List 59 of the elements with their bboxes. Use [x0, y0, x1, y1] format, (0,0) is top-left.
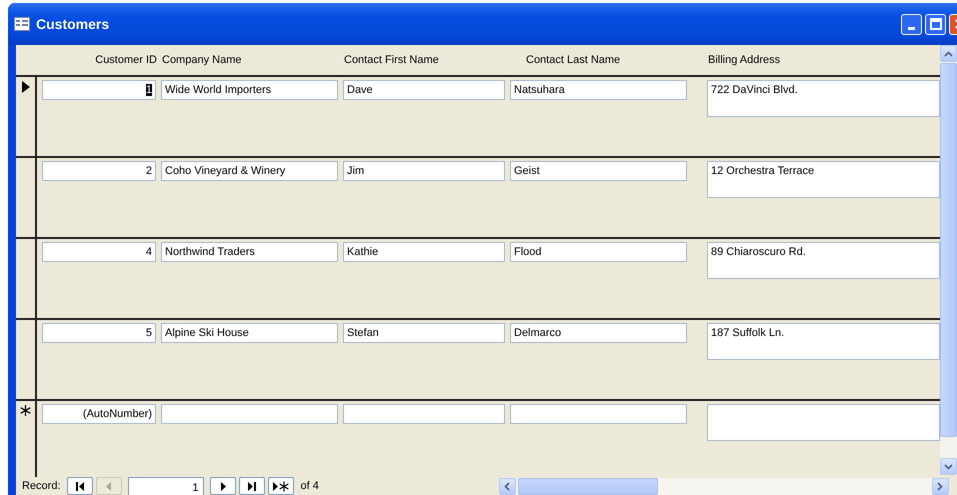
record-label: Record: — [22, 480, 61, 492]
last-record-button[interactable] — [238, 477, 265, 495]
text-field[interactable]: 187 Suffolk Ln. — [707, 323, 940, 360]
text-field[interactable]: Alpine Ski House — [161, 323, 338, 343]
first-record-icon — [74, 480, 85, 492]
minimize-button[interactable] — [901, 14, 922, 34]
column-header: Customer ID — [95, 54, 157, 66]
text-field[interactable]: Flood — [510, 242, 687, 262]
text-field[interactable]: 4 — [42, 242, 156, 262]
scroll-left-button[interactable] — [498, 478, 516, 494]
scroll-right-button[interactable] — [932, 478, 949, 494]
last-record-icon — [246, 480, 257, 492]
window-title: Customers — [36, 16, 110, 32]
text-field[interactable]: Geist — [510, 161, 687, 181]
scroll-down-button[interactable] — [940, 458, 957, 475]
record-count: of 4 — [300, 480, 319, 492]
text-field[interactable]: 5 — [42, 323, 156, 343]
text-field[interactable]: Northwind Traders — [161, 242, 338, 262]
text-field[interactable]: Dave — [343, 80, 505, 100]
horizontal-scrollbar[interactable] — [498, 478, 949, 494]
text-field[interactable] — [343, 404, 505, 424]
new-record-icon — [272, 480, 290, 492]
maximize-icon — [930, 18, 942, 30]
text-field[interactable]: (AutoNumber) — [42, 404, 156, 424]
text-field[interactable]: 89 Chiaroscuro Rd. — [707, 242, 940, 279]
text-field[interactable]: Coho Vineyard & Winery — [161, 161, 338, 181]
next-record-button[interactable] — [210, 477, 236, 495]
text-field[interactable]: Natsuhara — [510, 80, 687, 100]
text-field[interactable]: Delmarco — [510, 323, 687, 343]
column-header: Contact Last Name — [526, 54, 622, 66]
text-field[interactable] — [510, 404, 687, 424]
text-field[interactable]: Kathie — [343, 242, 505, 262]
up-chevron-icon — [944, 50, 953, 56]
first-record-button[interactable] — [66, 477, 93, 495]
column-header: Company Name — [162, 54, 242, 66]
minimize-icon — [908, 27, 915, 30]
scrollbar-thumb[interactable] — [518, 478, 658, 494]
maximize-button[interactable] — [925, 14, 946, 34]
down-chevron-icon — [944, 464, 953, 470]
right-chevron-icon — [937, 482, 944, 490]
previous-record-icon — [104, 480, 114, 492]
asterisk-icon — [20, 405, 31, 416]
column-header: Billing Address — [708, 54, 782, 66]
text-field[interactable] — [161, 404, 338, 424]
text-field[interactable]: Stefan — [343, 323, 505, 343]
scroll-up-button[interactable] — [940, 45, 957, 62]
current-record-icon — [22, 81, 30, 93]
text-field[interactable]: 722 DaVinci Blvd. — [707, 80, 940, 117]
text-field[interactable]: Jim — [343, 161, 505, 181]
text-field[interactable]: 12 Orchestra Terrace — [707, 161, 940, 198]
text-field[interactable]: 2 — [42, 161, 156, 181]
text-field[interactable]: 1 — [42, 80, 156, 100]
left-chevron-icon — [504, 482, 510, 490]
column-header: Contact First Name — [344, 54, 440, 66]
form-icon — [14, 17, 30, 31]
text-field[interactable] — [707, 404, 940, 441]
text-field[interactable]: Wide World Importers — [161, 80, 338, 100]
record-number-field[interactable]: 1 — [128, 477, 204, 495]
new-record-button[interactable] — [268, 477, 294, 495]
